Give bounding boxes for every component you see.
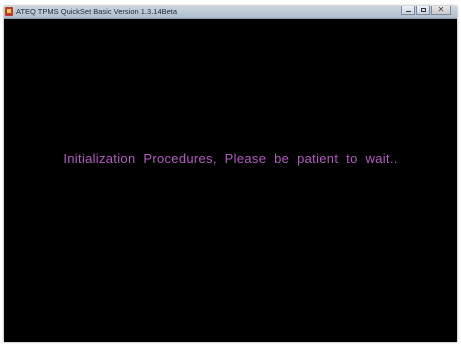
window-title: ATEQ TPMS QuickSet Basic Version 1.3.14B… — [16, 7, 178, 16]
app-icon[interactable] — [5, 7, 13, 16]
close-icon: ✕ — [437, 5, 445, 14]
minimize-button[interactable] — [401, 6, 415, 15]
maximize-button[interactable] — [416, 6, 430, 15]
window-controls: ✕ — [401, 5, 451, 16]
status-message: Initialization Procedures, Please be pat… — [63, 151, 398, 166]
maximize-icon — [421, 8, 426, 12]
app-window: ATEQ TPMS QuickSet Basic Version 1.3.14B… — [4, 5, 457, 342]
title-bar[interactable]: ATEQ TPMS QuickSet Basic Version 1.3.14B… — [4, 5, 457, 19]
close-button[interactable]: ✕ — [431, 5, 451, 15]
minimize-icon — [406, 11, 411, 12]
